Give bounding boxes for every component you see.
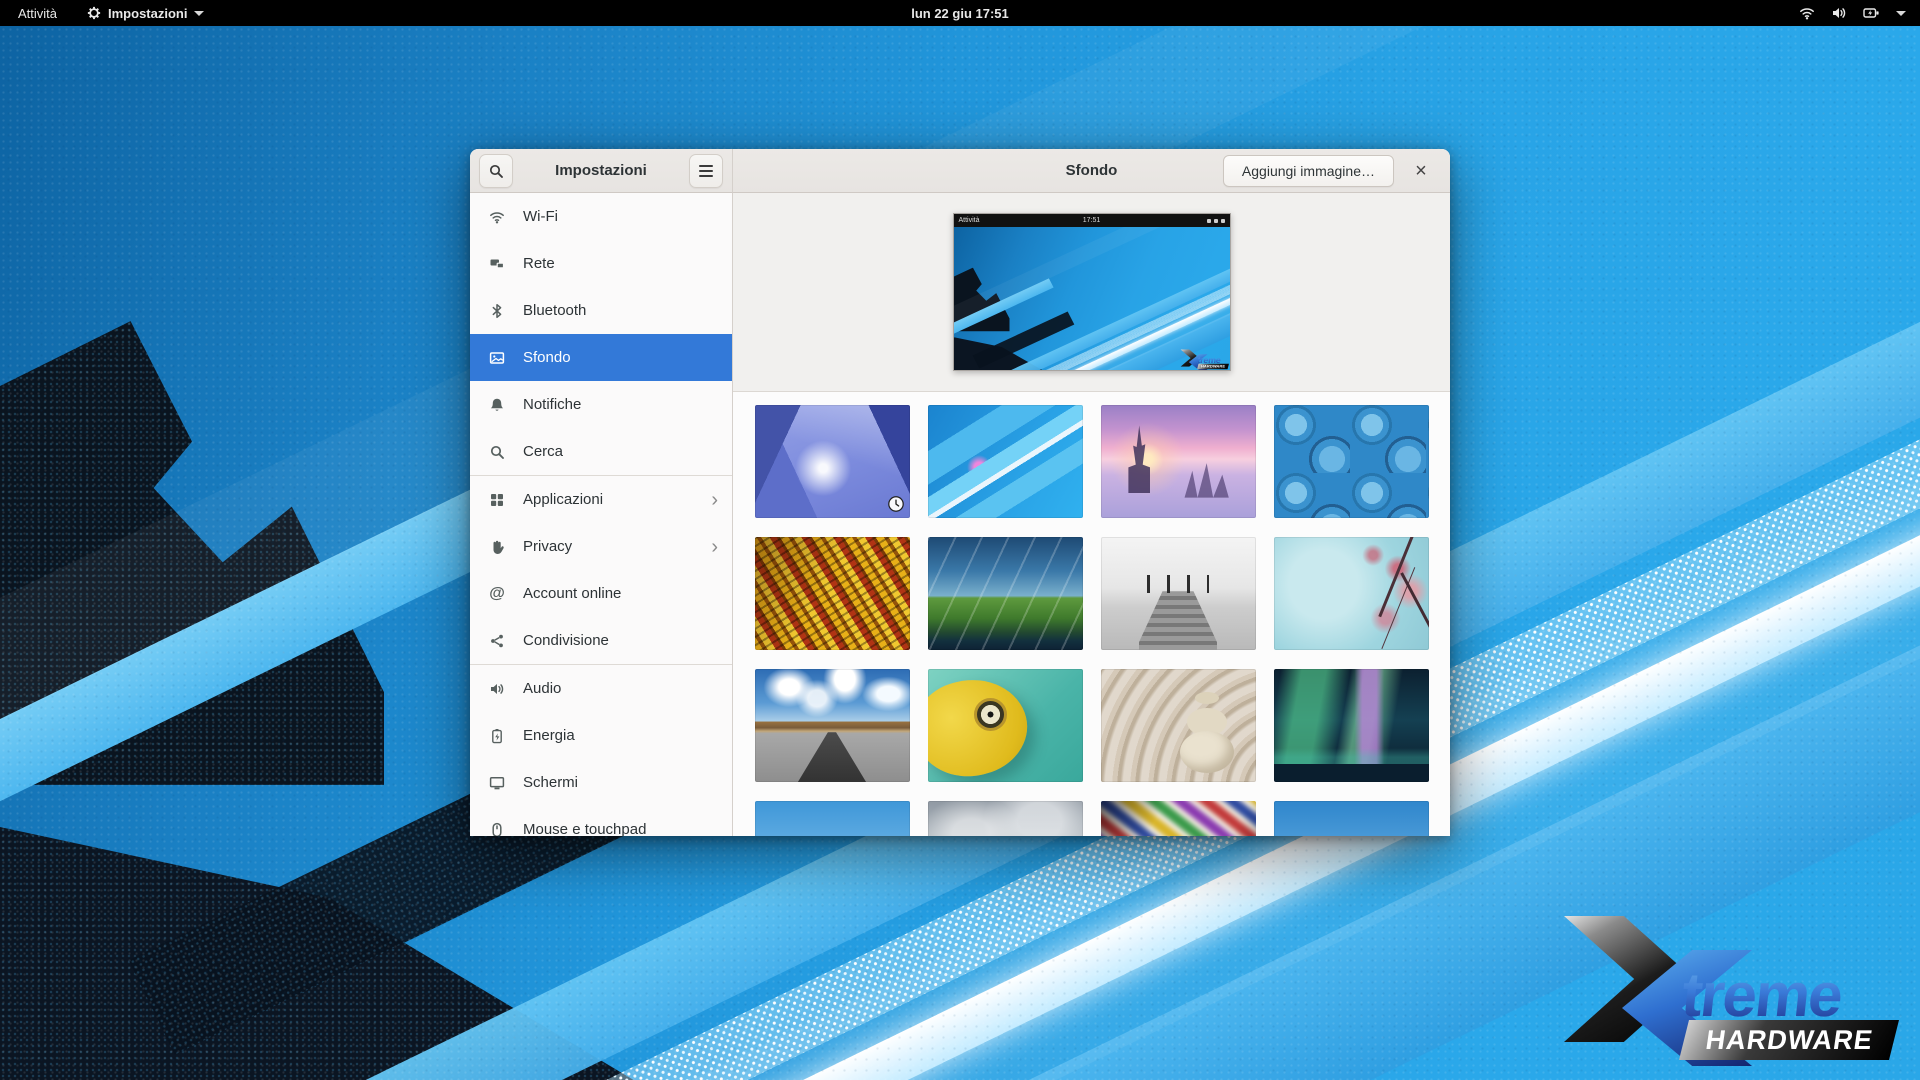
speaker-icon bbox=[488, 680, 506, 698]
sidebar-item-label: Notifiche bbox=[523, 396, 581, 413]
settings-sidebar: Wi-Fi Rete Bluetooth Sfondo Notifiche Ce… bbox=[470, 193, 733, 836]
system-status-area[interactable] bbox=[1799, 5, 1920, 21]
sidebar-item-label: Sfondo bbox=[523, 349, 571, 366]
sidebar-headerbar: Impostazioni bbox=[470, 149, 733, 193]
sidebar-item-energia[interactable]: Energia bbox=[470, 712, 732, 759]
clock[interactable]: lun 22 giu 17:51 bbox=[0, 6, 1920, 21]
sidebar-item-account-online[interactable]: @ Account online bbox=[470, 570, 732, 617]
sidebar-item-label: Applicazioni bbox=[523, 491, 603, 508]
sidebar-item-wi-fi[interactable]: Wi-Fi bbox=[470, 193, 732, 240]
sidebar-item-audio[interactable]: Audio bbox=[470, 665, 732, 712]
wallpaper-grid-section bbox=[733, 392, 1450, 836]
search-icon bbox=[488, 163, 504, 179]
sidebar-item-label: Cerca bbox=[523, 443, 563, 460]
sidebar-item-sfondo[interactable]: Sfondo bbox=[470, 334, 732, 381]
preview-top-bar: Attività 17:51 bbox=[954, 214, 1230, 227]
wallpaper-thumbnail-foggy-pier-monochrome[interactable] bbox=[1101, 537, 1256, 650]
wallpaper-thumbnail-aurora-borealis[interactable] bbox=[1274, 669, 1429, 782]
chevron-down-icon bbox=[1896, 11, 1906, 16]
logo-hardware-band: HARDWARE bbox=[1197, 364, 1229, 370]
window-title: Impostazioni bbox=[555, 162, 647, 179]
apps-icon bbox=[488, 491, 506, 509]
wallpaper-thumbnail-green-marsh-sky[interactable] bbox=[928, 537, 1083, 650]
wallpaper-thumbnail-zen-sand-stones[interactable] bbox=[1101, 669, 1256, 782]
wallpaper-thumbnail-blue-sky-clouds-2[interactable] bbox=[1274, 801, 1429, 836]
add-image-button[interactable]: Aggiungi immagine… bbox=[1223, 155, 1394, 187]
sidebar-item-label: Wi-Fi bbox=[523, 208, 558, 225]
sidebar-item-label: Account online bbox=[523, 585, 621, 602]
timed-wallpaper-clock-icon bbox=[887, 495, 905, 513]
wallpaper-thumbnail-cherry-blossom[interactable] bbox=[1274, 537, 1429, 650]
wallpaper-thumbnail-gnome-geometric-timed[interactable] bbox=[755, 405, 910, 518]
volume-icon bbox=[1831, 5, 1847, 21]
xtreme-hardware-logo: treme HARDWARE bbox=[1564, 916, 1894, 1066]
gnome-top-bar: Attività Impostazioni lun 22 giu 17:51 bbox=[0, 0, 1920, 26]
close-button[interactable]: × bbox=[1408, 158, 1434, 184]
chevron-right-icon: › bbox=[711, 490, 718, 510]
wallpaper-thumbnail-blue-sky-clouds[interactable] bbox=[755, 801, 910, 836]
sidebar-item-label: Audio bbox=[523, 680, 561, 697]
sidebar-item-label: Privacy bbox=[523, 538, 572, 555]
sidebar-item-privacy[interactable]: Privacy › bbox=[470, 523, 732, 570]
preview-clock: 17:51 bbox=[954, 217, 1230, 224]
sidebar-item-schermi[interactable]: Schermi bbox=[470, 759, 732, 806]
sidebar-item-condivisione[interactable]: Condivisione bbox=[470, 617, 732, 664]
wifi-icon bbox=[1799, 5, 1815, 21]
wallpaper-thumbnail-blue-crochet-circles[interactable] bbox=[1274, 405, 1429, 518]
sidebar-item-label: Mouse e touchpad bbox=[523, 821, 646, 836]
sidebar-item-notifiche[interactable]: Notifiche bbox=[470, 381, 732, 428]
battery-icon bbox=[488, 727, 506, 745]
search-icon bbox=[488, 443, 506, 461]
wallpaper-grid bbox=[733, 405, 1450, 836]
sidebar-item-label: Rete bbox=[523, 255, 555, 272]
hamburger-icon bbox=[699, 165, 713, 177]
wallpaper-thumbnail-winter-sunset-trees[interactable] bbox=[1101, 405, 1256, 518]
preview-wallpaper: treme HARDWARE bbox=[954, 227, 1231, 371]
sidebar-item-cerca[interactable]: Cerca bbox=[470, 428, 732, 475]
share-icon bbox=[488, 632, 506, 650]
search-button[interactable] bbox=[479, 154, 513, 188]
preview-status-icons bbox=[1207, 219, 1225, 223]
sidebar-item-label: Energia bbox=[523, 727, 575, 744]
panel-title: Sfondo bbox=[1066, 162, 1118, 179]
background-panel: Attività 17:51 treme HARDWARE bbox=[733, 193, 1450, 836]
sidebar-item-bluetooth[interactable]: Bluetooth bbox=[470, 287, 732, 334]
wifi-icon bbox=[488, 208, 506, 226]
wallpaper-thumbnail-yellow-frog[interactable] bbox=[928, 669, 1083, 782]
sidebar-item-label: Bluetooth bbox=[523, 302, 586, 319]
mouse-icon bbox=[488, 821, 506, 837]
menu-button[interactable] bbox=[689, 154, 723, 188]
xtreme-hardware-logo: treme HARDWARE bbox=[1180, 349, 1228, 370]
sidebar-item-rete[interactable]: Rete bbox=[470, 240, 732, 287]
current-wallpaper-section: Attività 17:51 treme HARDWARE bbox=[733, 193, 1450, 392]
sidebar-item-mouse-e-touchpad[interactable]: Mouse e touchpad bbox=[470, 806, 732, 836]
chevron-right-icon: › bbox=[711, 537, 718, 557]
display-icon bbox=[488, 774, 506, 792]
sidebar-item-label: Condivisione bbox=[523, 632, 609, 649]
bell-icon bbox=[488, 396, 506, 414]
wallpaper-thumbnail-desert-road[interactable] bbox=[755, 669, 910, 782]
sidebar-item-applicazioni[interactable]: Applicazioni › bbox=[470, 476, 732, 523]
network-icon bbox=[488, 255, 506, 273]
logo-hardware-band: HARDWARE bbox=[1679, 1020, 1899, 1060]
wallpaper-thumbnail-blue-abstract-beams[interactable] bbox=[928, 405, 1083, 518]
at-icon: @ bbox=[488, 585, 506, 603]
wallpaper-icon bbox=[488, 349, 506, 367]
desktop-preview: Attività 17:51 treme HARDWARE bbox=[953, 213, 1231, 371]
panel-headerbar: Sfondo Aggiungi immagine… × bbox=[733, 149, 1450, 193]
wallpaper-thumbnail-colored-pencils[interactable] bbox=[1101, 801, 1256, 836]
battery-icon bbox=[1863, 5, 1880, 21]
settings-window: Impostazioni Sfondo Aggiungi immagine… ×… bbox=[470, 149, 1450, 836]
sidebar-item-label: Schermi bbox=[523, 774, 578, 791]
bluetooth-icon bbox=[488, 302, 506, 320]
wallpaper-thumbnail-woven-orange-fabric[interactable] bbox=[755, 537, 910, 650]
hand-icon bbox=[488, 538, 506, 556]
wallpaper-thumbnail-gray-clouds[interactable] bbox=[928, 801, 1083, 836]
